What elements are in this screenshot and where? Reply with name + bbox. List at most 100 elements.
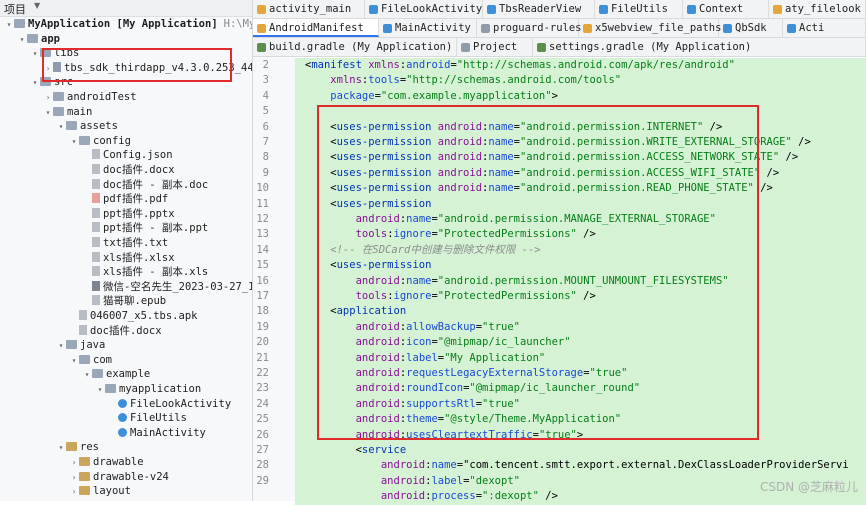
project-path: H:\MyA xyxy=(223,18,252,30)
line-number: 22 xyxy=(256,367,269,379)
project-view-label[interactable]: 项目 xyxy=(4,1,26,17)
code-line[interactable]: android:name="com.tencent.smtt.export.ex… xyxy=(305,458,849,473)
tree-item[interactable]: › drawable xyxy=(0,455,252,470)
expand-arrow-icon[interactable]: ▾ xyxy=(69,135,79,149)
file-type-icon xyxy=(599,5,608,14)
tree-item[interactable]: 微信-空名先生_2023-03-27_14 xyxy=(0,280,253,294)
tree-item[interactable]: xls插件.xlsx xyxy=(0,251,252,265)
file-type-icon xyxy=(787,24,796,33)
editor-tab[interactable]: FileLookActivity xyxy=(365,0,483,18)
tree-item[interactable]: ▾ res xyxy=(0,440,252,455)
tree-item[interactable]: ▾ assets xyxy=(0,119,252,134)
file-type-icon xyxy=(723,24,732,33)
line-number: 16 xyxy=(256,274,269,287)
tree-item[interactable]: ▾ main xyxy=(0,105,252,120)
code-line[interactable]: xmlns:tools="http://schemas.android.com/… xyxy=(305,73,621,88)
file-type-icon xyxy=(481,24,490,33)
expand-arrow-icon[interactable]: › xyxy=(43,91,53,105)
tree-item-label: myapplication xyxy=(119,383,202,395)
tree-item[interactable]: › layout xyxy=(0,484,252,499)
tree-item[interactable]: ppt插件.pptx xyxy=(0,207,252,221)
tree-item[interactable]: › drawable-v24 xyxy=(0,470,252,485)
editor-tab[interactable]: activity_main xyxy=(253,0,365,18)
tree-item[interactable]: FileLookActivity xyxy=(0,397,252,411)
expand-arrow-icon[interactable]: › xyxy=(69,485,79,499)
line-number: 18 xyxy=(256,305,269,318)
tree-item-label: res xyxy=(80,441,99,454)
line-number xyxy=(253,489,269,504)
tree-item-label: 046007_x5.tbs.apk xyxy=(90,310,198,322)
line-number: 23 xyxy=(256,382,269,395)
tree-item[interactable]: ppt插件 - 副本.ppt xyxy=(0,221,252,235)
img-icon xyxy=(92,280,100,291)
code-line[interactable]: android:label="dexopt" xyxy=(305,474,520,489)
editor-tab[interactable]: Project xyxy=(457,38,533,56)
tree-item[interactable]: ▾ config xyxy=(0,134,252,149)
expand-arrow-icon[interactable]: ▾ xyxy=(17,33,27,47)
tree-item[interactable]: ▾ MyApplication [My Application] H:\MyA xyxy=(0,17,252,32)
editor-tab[interactable]: QbSdk xyxy=(719,19,783,37)
tree-item[interactable]: › androidTest xyxy=(0,90,252,105)
editor-tab[interactable]: proguard-rules xyxy=(477,19,582,37)
tree-item-label: FileLookActivity xyxy=(130,397,232,410)
expand-arrow-icon[interactable]: ▾ xyxy=(30,76,40,90)
code-line[interactable]: <manifest xmlns:android="http://schemas.… xyxy=(305,58,735,73)
chevron-down-icon[interactable]: ▼ xyxy=(34,1,40,10)
tree-item[interactable]: FileUtils xyxy=(0,411,252,425)
tree-item-label: 微信-空名先生_2023-03-27_14 xyxy=(103,280,253,293)
tree-item[interactable]: ▾ app xyxy=(0,32,252,47)
tree-item[interactable]: 046007_x5.tbs.apk xyxy=(0,309,252,323)
code-line[interactable]: <service xyxy=(305,443,407,458)
line-number: 5 xyxy=(262,105,269,118)
expand-arrow-icon[interactable]: › xyxy=(69,456,79,470)
expand-arrow-icon[interactable]: ▾ xyxy=(82,368,92,382)
file-type-icon xyxy=(369,5,378,14)
tree-item[interactable]: ▾ myapplication xyxy=(0,382,252,397)
expand-arrow-icon[interactable]: ▾ xyxy=(56,120,66,134)
expand-arrow-icon[interactable]: ▾ xyxy=(4,18,14,32)
editor-tab[interactable]: FileUtils xyxy=(595,0,683,18)
file-type-icon xyxy=(687,5,696,14)
tree-item[interactable]: ▾ java xyxy=(0,338,252,353)
editor-tab[interactable]: Context xyxy=(683,0,769,18)
expand-arrow-icon[interactable]: ▾ xyxy=(56,339,66,353)
permissions-highlight-box xyxy=(317,105,759,440)
editor-tab[interactable]: AndroidManifest xyxy=(253,19,379,37)
line-number: 7 xyxy=(262,136,269,148)
line-number: 12 xyxy=(256,213,269,225)
expand-arrow-icon[interactable]: ▾ xyxy=(43,106,53,120)
file-icon xyxy=(92,149,100,160)
tree-item[interactable]: xls插件 - 副本.xls xyxy=(0,265,252,279)
tree-item[interactable]: txt插件.txt xyxy=(0,236,252,250)
tree-item[interactable]: pdf插件.pdf xyxy=(0,192,252,206)
expand-arrow-icon[interactable]: ▾ xyxy=(95,383,105,397)
tree-item[interactable]: Config.json xyxy=(0,148,252,162)
tree-item[interactable]: doc插件 - 副本.doc xyxy=(0,178,252,192)
line-number: 14 xyxy=(256,243,269,256)
editor-tab[interactable]: settings.gradle (My Application) xyxy=(533,38,866,56)
editor-tab[interactable]: TbsReaderView xyxy=(483,0,595,18)
tree-item[interactable]: doc插件.docx xyxy=(0,324,252,338)
tab-label: QbSdk xyxy=(735,22,767,34)
editor-tab[interactable]: Acti xyxy=(783,19,866,37)
expand-arrow-icon[interactable]: ▾ xyxy=(69,354,79,368)
editor-tab[interactable]: x5webview_file_paths xyxy=(579,19,721,37)
tree-item[interactable]: ▾ example xyxy=(0,367,252,382)
tree-item-label: xls插件.xlsx xyxy=(103,251,175,264)
editor-tab[interactable]: MainActivity xyxy=(379,19,477,37)
tree-item-label: assets xyxy=(80,120,118,133)
tab-label: FileUtils xyxy=(611,3,668,15)
code-line[interactable]: package="com.example.myapplication"> xyxy=(305,89,558,104)
editor-tab[interactable]: build.gradle (My Application) xyxy=(253,38,457,56)
folder-icon xyxy=(53,92,64,101)
expand-arrow-icon[interactable]: ▾ xyxy=(30,47,40,61)
tree-item[interactable]: 猫哥聊.epub xyxy=(0,294,252,308)
expand-arrow-icon[interactable]: ▾ xyxy=(56,441,66,455)
tree-item[interactable]: MainActivity xyxy=(0,426,252,440)
code-line[interactable]: android:process=":dexopt" /> xyxy=(305,489,558,504)
file-icon xyxy=(92,295,100,306)
tree-item[interactable]: ▾ com xyxy=(0,353,252,368)
editor-tab[interactable]: aty_filelook xyxy=(769,0,866,18)
tree-item[interactable]: doc插件.docx xyxy=(0,163,252,177)
expand-arrow-icon[interactable]: › xyxy=(69,471,79,485)
